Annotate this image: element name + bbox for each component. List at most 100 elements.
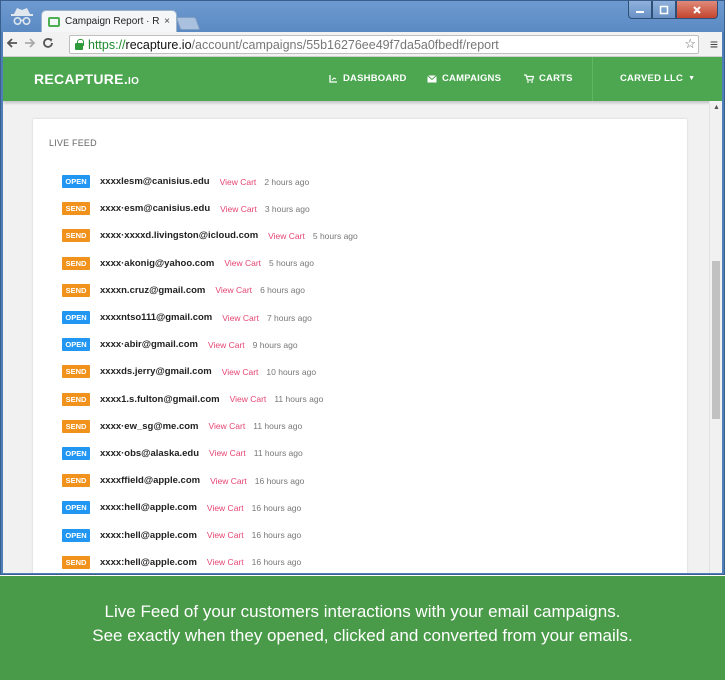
reload-icon: [43, 38, 53, 48]
customer-email: xxxxlesm@canisius.edu: [100, 176, 210, 188]
nav-carts-label: CARTS: [539, 73, 573, 84]
view-cart-link[interactable]: View Cart: [220, 204, 257, 214]
customer-email: xxxxds.jerry@gmail.com: [100, 366, 212, 378]
browser-toolbar: https:// recapture.io /account/campaigns…: [3, 32, 722, 57]
caption-line-1: Live Feed of your customers interactions…: [104, 602, 621, 621]
caret-down-icon: ▼: [688, 75, 696, 82]
status-badge: OPEN: [62, 446, 90, 460]
view-cart-link[interactable]: View Cart: [210, 476, 247, 486]
status-badge: SEND: [62, 419, 90, 433]
close-button[interactable]: [676, 1, 718, 19]
customer-email: xxxxffield@apple.com: [100, 475, 201, 487]
status-badge: SEND: [62, 256, 90, 270]
feed-row: SEND xxxx:hell@apple.com View Cart 16 hours…: [62, 549, 358, 573]
page-scrollbar[interactable]: ▲: [709, 101, 722, 573]
logo-text: RECAPTURE.: [34, 71, 129, 87]
timestamp: 16 hours ago: [254, 475, 305, 486]
tab-title: Campaign Report · Recapt: [65, 16, 160, 27]
timestamp: 16 hours ago: [251, 502, 302, 513]
status-badge: OPEN: [62, 311, 90, 325]
view-cart-link[interactable]: View Cart: [220, 177, 257, 187]
status-badge: SEND: [62, 365, 90, 379]
forward-button[interactable]: [21, 36, 39, 52]
timestamp: 16 hours ago: [251, 530, 302, 541]
feed-row: OPEN xxxxlesm@canisius.edu View Cart 2 hour…: [62, 168, 358, 195]
status-badge: SEND: [62, 202, 90, 216]
reload-button[interactable]: [39, 36, 57, 52]
view-cart-link[interactable]: View Cart: [230, 394, 267, 404]
bag-icon: [48, 16, 60, 27]
view-cart-link[interactable]: View Cart: [209, 448, 246, 458]
view-cart-link[interactable]: View Cart: [215, 285, 252, 295]
view-cart-link[interactable]: View Cart: [207, 557, 244, 567]
timestamp: 7 hours ago: [266, 312, 312, 323]
close-icon: [693, 5, 701, 14]
header-divider: [592, 57, 593, 101]
feed-row: OPEN xxxx·abir@gmail.com View Cart 9 hours …: [62, 331, 358, 358]
app-logo[interactable]: RECAPTURE.IO: [34, 71, 139, 87]
forward-arrow-icon: [25, 38, 36, 48]
maximize-icon: [659, 5, 669, 14]
new-tab-button[interactable]: [175, 17, 201, 30]
scrollbar-thumb[interactable]: [712, 261, 720, 419]
back-button[interactable]: [3, 36, 21, 52]
live-feed-card: LIVE FEED OPEN xxxxlesm@canisius.edu View …: [33, 119, 687, 573]
view-cart-link[interactable]: View Cart: [268, 231, 305, 241]
timestamp: 11 hours ago: [253, 448, 303, 459]
maximize-button[interactable]: [652, 1, 676, 19]
window-controls: [628, 1, 718, 19]
nav-campaigns[interactable]: CAMPAIGNS: [427, 73, 501, 84]
customer-email: xxxxntso111@gmail.com: [100, 312, 213, 324]
status-badge: OPEN: [62, 338, 90, 352]
bookmark-star-icon[interactable]: ☆: [684, 36, 696, 52]
browser-window: Campaign Report · Recapt × ht: [0, 0, 725, 575]
timestamp: 16 hours ago: [251, 557, 302, 568]
view-cart-link[interactable]: View Cart: [222, 313, 259, 323]
feed-row: SEND xxxx·akonig@yahoo.com View Cart 5 hour…: [62, 250, 358, 277]
timestamp: 2 hours ago: [264, 176, 310, 187]
timestamp: 9 hours ago: [252, 339, 298, 350]
title-bar: Campaign Report · Recapt ×: [1, 1, 724, 32]
app-header: RECAPTURE.IO DASHBOARD CAMPAIGNS CARTS C…: [3, 57, 722, 101]
timestamp: 11 hours ago: [253, 421, 303, 432]
feed-row: SEND xxxx·xxxxd.livingston@icloud.com View…: [62, 222, 358, 249]
customer-email: xxxx1.s.fulton@gmail.com: [100, 393, 220, 405]
view-cart-link[interactable]: View Cart: [224, 258, 261, 268]
customer-email: xxxx·esm@canisius.edu: [100, 203, 211, 215]
nav-dashboard[interactable]: DASHBOARD: [329, 73, 407, 84]
url-scheme: https://: [88, 37, 126, 52]
minimize-button[interactable]: [628, 1, 652, 19]
view-cart-link[interactable]: View Cart: [209, 421, 246, 431]
view-cart-link[interactable]: View Cart: [207, 530, 244, 540]
browser-tab[interactable]: Campaign Report · Recapt ×: [41, 10, 177, 32]
feed-row: OPEN xxxx:hell@apple.com View Cart 16 hours…: [62, 494, 358, 521]
customer-email: xxxxn.cruz@gmail.com: [100, 284, 206, 296]
incognito-icon: [11, 8, 33, 26]
feed-row: SEND xxxx·esm@canisius.edu View Cart 3 hour…: [62, 195, 358, 222]
status-badge: SEND: [62, 392, 90, 406]
nav-campaigns-label: CAMPAIGNS: [442, 73, 502, 84]
view-cart-link[interactable]: View Cart: [222, 367, 259, 377]
live-feed-list: OPEN xxxxlesm@canisius.edu View Cart 2 hour…: [62, 168, 358, 573]
timestamp: 11 hours ago: [274, 394, 324, 405]
view-cart-link[interactable]: View Cart: [208, 340, 245, 350]
customer-email: xxxx·akonig@yahoo.com: [100, 257, 215, 269]
url-path: /account/campaigns/55b16276ee49f7da5a0fb…: [191, 37, 499, 52]
nav-carts[interactable]: CARTS: [524, 73, 573, 84]
scroll-up-icon[interactable]: ▲: [713, 104, 720, 111]
customer-email: xxxx:hell@apple.com: [100, 556, 197, 568]
customer-email: xxxx·ew_sg@me.com: [100, 420, 199, 432]
view-cart-link[interactable]: View Cart: [207, 503, 244, 513]
account-menu[interactable]: CARVED LLC ▼: [620, 73, 695, 84]
menu-icon[interactable]: ≡: [710, 36, 718, 52]
account-name: CARVED LLC: [620, 73, 684, 84]
address-bar[interactable]: https:// recapture.io /account/campaigns…: [69, 35, 699, 54]
customer-email: xxxx·xxxxd.livingston@icloud.com: [100, 230, 259, 242]
feed-row: SEND xxxxffield@apple.com View Cart 16 hour…: [62, 467, 358, 494]
customer-email: xxxx·obs@alaska.edu: [100, 447, 200, 459]
chart-icon: [329, 75, 337, 83]
customer-email: xxxx:hell@apple.com: [100, 502, 197, 514]
tab-close-icon[interactable]: ×: [164, 16, 170, 27]
page-viewport: RECAPTURE.IO DASHBOARD CAMPAIGNS CARTS C…: [3, 57, 722, 573]
timestamp: 10 hours ago: [266, 366, 317, 377]
